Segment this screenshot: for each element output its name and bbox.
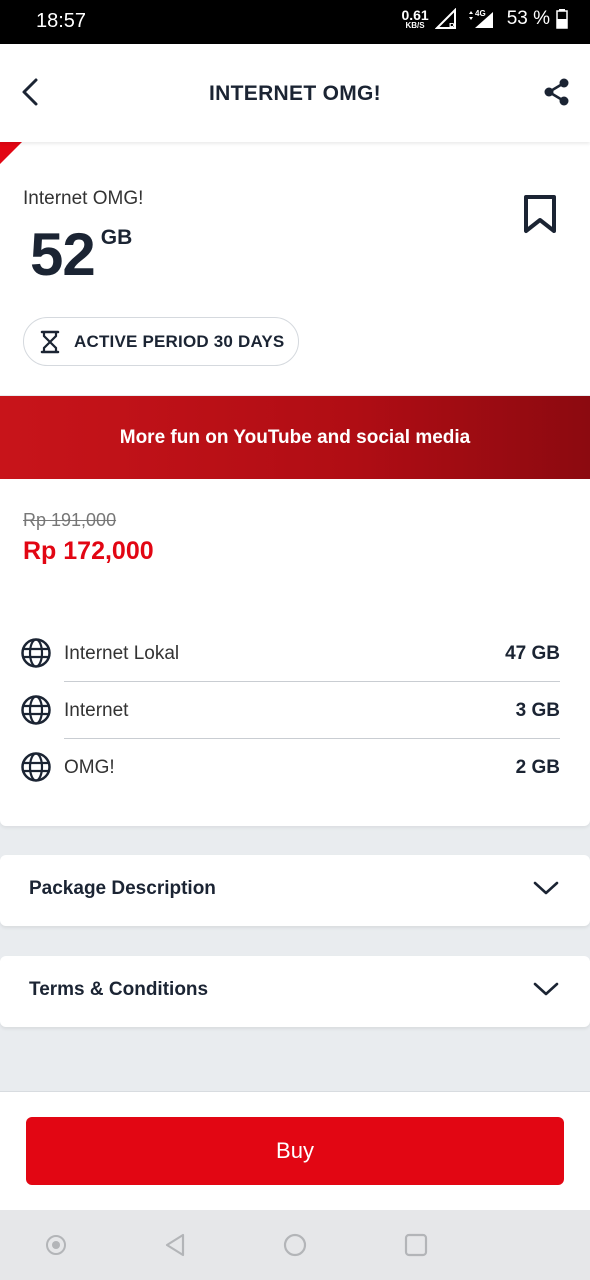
globe-icon bbox=[21, 695, 51, 725]
network-speed-value: 0.61 bbox=[401, 7, 429, 23]
chevron-down-icon bbox=[533, 881, 559, 895]
benefit-label: Internet Lokal bbox=[64, 643, 180, 664]
page-title: INTERNET OMG! bbox=[209, 82, 381, 105]
promo-text: More fun on YouTube and social media bbox=[119, 426, 471, 448]
active-period-badge: ACTIVE PERIOD 30 DAYS bbox=[23, 317, 300, 366]
signal-roaming-icon: R bbox=[434, 8, 456, 30]
package-description-accordion[interactable]: Package Description bbox=[0, 855, 590, 926]
quota-value: 52 bbox=[30, 221, 96, 288]
svg-text:R: R bbox=[449, 22, 455, 30]
terms-conditions-accordion[interactable]: Terms & Conditions bbox=[0, 956, 590, 1027]
nav-recents-icon[interactable] bbox=[403, 1232, 429, 1258]
benefit-value: 3 GB bbox=[515, 700, 560, 721]
benefit-label: OMG! bbox=[64, 757, 115, 778]
signal-4g-icon: 4G bbox=[468, 9, 493, 28]
nav-home-icon[interactable] bbox=[282, 1232, 308, 1258]
benefit-value: 2 GB bbox=[515, 757, 560, 778]
bookmark-icon[interactable] bbox=[522, 194, 558, 234]
price-card: Rp 191,000 Rp 172,000 Internet Lokal 47 … bbox=[0, 479, 590, 826]
promo-banner: More fun on YouTube and social media bbox=[0, 396, 590, 479]
system-nav-bar bbox=[0, 1210, 590, 1280]
app-header: INTERNET OMG! bbox=[0, 44, 590, 142]
share-icon[interactable] bbox=[542, 77, 572, 107]
status-time: 18:57 bbox=[36, 10, 87, 32]
quota-unit: GB bbox=[100, 226, 133, 249]
nav-back-icon[interactable] bbox=[162, 1232, 188, 1258]
accordion-title: Terms & Conditions bbox=[29, 979, 209, 1000]
package-quota: 52 GB bbox=[30, 220, 132, 290]
benefit-item: Internet 3 GB bbox=[0, 682, 590, 739]
accordion-title: Package Description bbox=[29, 878, 216, 899]
globe-icon bbox=[21, 638, 51, 668]
battery-icon bbox=[556, 9, 568, 29]
status-indicators: 0.61 KB/S R 4G 53 % bbox=[401, 8, 568, 30]
benefit-value: 47 GB bbox=[505, 643, 560, 664]
package-card: Internet OMG! 52 GB ACTIVE PERIOD 30 DAY… bbox=[0, 142, 590, 395]
discounted-price: Rp 172,000 bbox=[23, 537, 154, 565]
buy-button[interactable]: Buy bbox=[26, 1117, 564, 1185]
original-price: Rp 191,000 bbox=[23, 510, 117, 530]
svg-text:4G: 4G bbox=[475, 9, 486, 18]
hourglass-icon bbox=[40, 330, 60, 353]
network-speed-unit: KB/S bbox=[405, 21, 425, 30]
chevron-down-icon bbox=[533, 982, 559, 996]
buy-footer: Buy bbox=[0, 1091, 590, 1210]
assistant-dot-icon[interactable] bbox=[43, 1232, 69, 1258]
corner-ribbon bbox=[0, 142, 22, 164]
benefit-item: OMG! 2 GB bbox=[0, 739, 590, 796]
package-name: Internet OMG! bbox=[23, 188, 144, 209]
status-bar: 18:57 0.61 KB/S R 4G 53 % bbox=[0, 0, 590, 44]
network-speed: 0.61 KB/S bbox=[401, 8, 428, 30]
benefit-item: Internet Lokal 47 GB bbox=[0, 625, 590, 682]
battery-percent: 53 % bbox=[506, 8, 550, 29]
globe-icon bbox=[21, 752, 51, 782]
benefit-label: Internet bbox=[64, 700, 129, 721]
active-period-text: ACTIVE PERIOD 30 DAYS bbox=[74, 331, 285, 351]
